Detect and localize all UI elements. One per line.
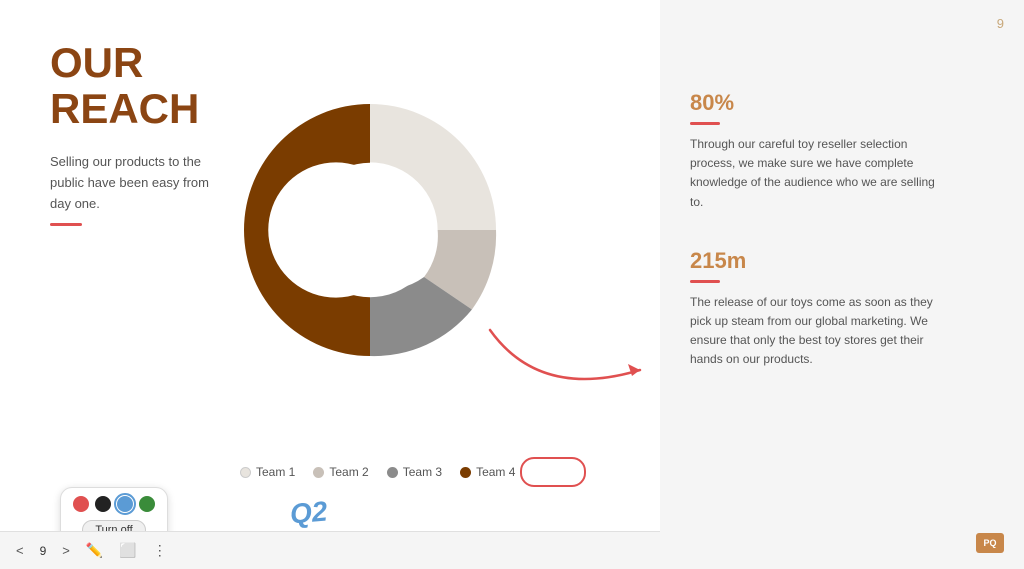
legend-dot-team2 <box>313 467 324 478</box>
team4-circle-annotation <box>520 457 586 487</box>
legend-team1: Team 1 <box>240 465 295 479</box>
stat-block-2: 215m The release of our toys come as soo… <box>690 248 994 370</box>
stat-underline-1 <box>690 122 720 125</box>
page-subtitle: Selling our products to the public have … <box>50 152 220 214</box>
legend-label-team2: Team 2 <box>329 465 368 479</box>
stat-value-1: 80% <box>690 90 994 116</box>
more-icon[interactable]: ⋮ <box>153 542 167 559</box>
eraser-icon[interactable]: ⬜ <box>119 542 136 559</box>
legend-label-team4: Team 4 <box>476 465 515 479</box>
pen-icon[interactable]: ✏️ <box>86 542 103 559</box>
page-number-top: 9 <box>997 16 1004 31</box>
chart-legend: Team 1 Team 2 Team 3 Team 4 <box>240 465 515 479</box>
stat-value-2: 215m <box>690 248 994 274</box>
legend-dot-team4 <box>460 467 471 478</box>
legend-label-team3: Team 3 <box>403 465 442 479</box>
swatch-green[interactable] <box>139 496 155 512</box>
stat-text-2: The release of our toys come as soon as … <box>690 293 950 370</box>
swatch-blue[interactable] <box>117 496 133 512</box>
right-panel: 9 80% Through our careful toy reseller s… <box>660 0 1024 569</box>
legend-team2: Team 2 <box>313 465 368 479</box>
q2-annotation: Q2 <box>289 495 329 530</box>
page-number-nav: 9 <box>40 544 47 558</box>
slide-wrapper: OUR REACH Selling our products to the pu… <box>0 0 1024 569</box>
title-line2: REACH <box>50 85 199 132</box>
donut-hole <box>303 163 437 297</box>
swatch-red[interactable] <box>73 496 89 512</box>
stat-block-1: 80% Through our careful toy reseller sel… <box>690 90 994 212</box>
title-line1: OUR <box>50 39 143 86</box>
swatch-black[interactable] <box>95 496 111 512</box>
legend-label-team1: Team 1 <box>256 465 295 479</box>
stat-underline-2 <box>690 280 720 283</box>
legend-team4: Team 4 <box>460 465 515 479</box>
stat-text-1: Through our careful toy reseller selecti… <box>690 135 950 212</box>
title-underline <box>50 223 82 226</box>
page-title: OUR REACH <box>50 40 199 132</box>
right-logo: PQ <box>976 533 1004 553</box>
next-button[interactable]: > <box>62 543 70 558</box>
left-panel: OUR REACH Selling our products to the pu… <box>0 0 660 569</box>
legend-team3: Team 3 <box>387 465 442 479</box>
prev-button[interactable]: < <box>16 543 24 558</box>
bottom-nav: < 9 > ✏️ ⬜ ⋮ <box>0 531 660 569</box>
color-swatches <box>73 496 155 512</box>
arrow-annotation <box>460 320 680 420</box>
legend-dot-team1 <box>240 467 251 478</box>
legend-dot-team3 <box>387 467 398 478</box>
